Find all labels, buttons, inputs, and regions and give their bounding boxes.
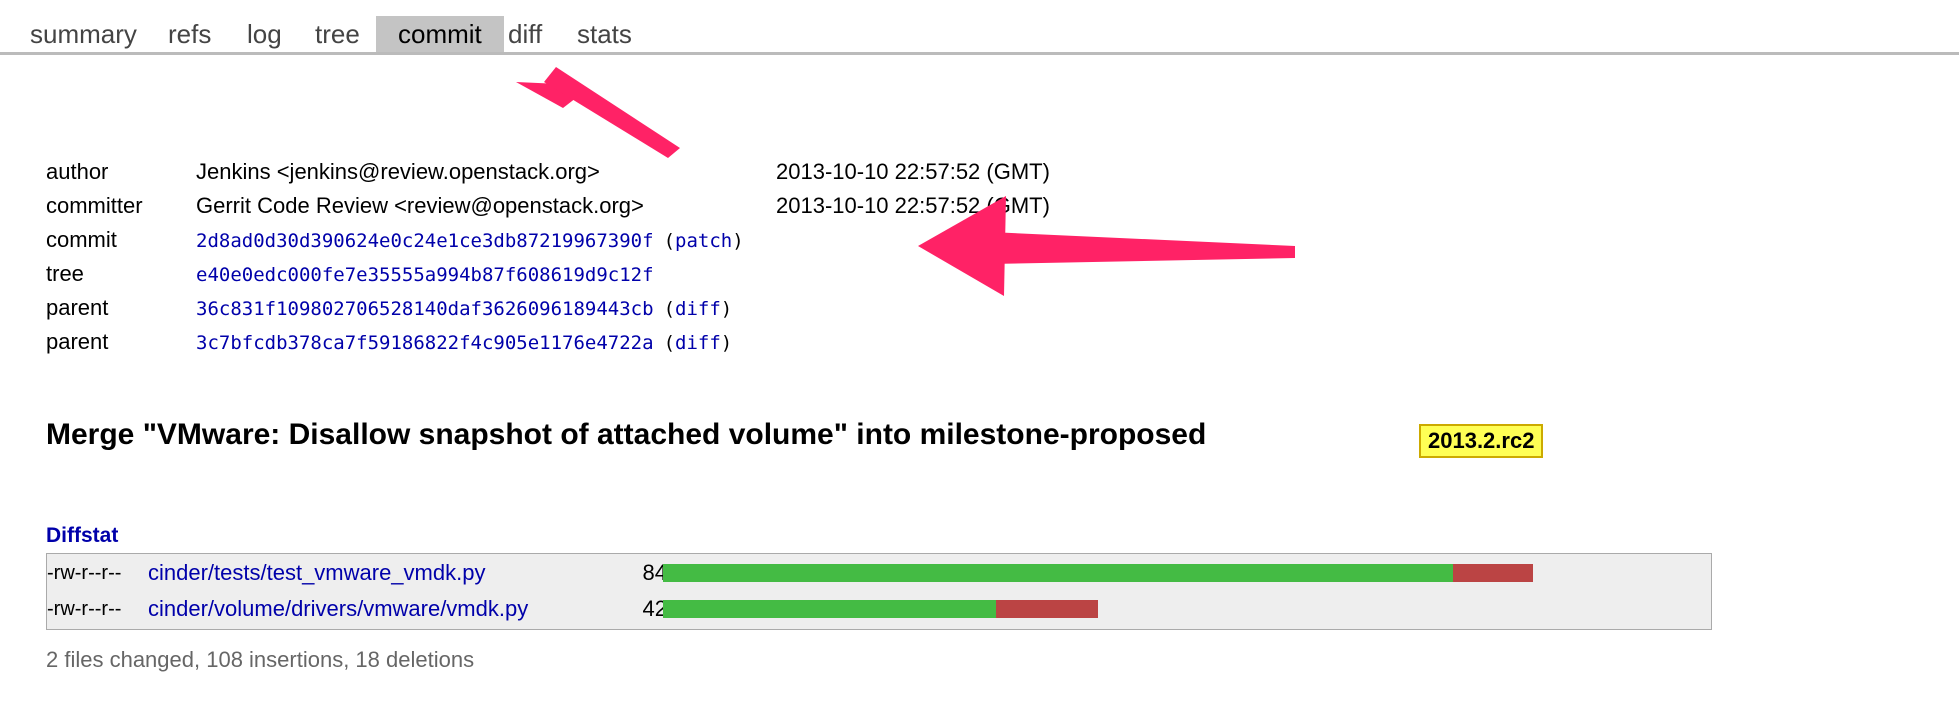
arrow-to-commit-tab: [516, 67, 680, 158]
parent-diff-link-1[interactable]: diff: [675, 298, 721, 320]
commit-label: commit: [46, 227, 117, 252]
tab-commit[interactable]: commit: [376, 16, 504, 52]
file-mode: -rw-r--r--: [47, 598, 122, 620]
parent-sha-link-2[interactable]: 3c7bfcdb378ca7f59186822f4c905e1176e4722a: [196, 332, 654, 354]
diffstat-row: -rw-r--r-- cinder/tests/test_vmware_vmdk…: [47, 556, 1711, 590]
tree-sha-link[interactable]: e40e0edc000fe7e35555a994b87f608619d9c12f: [196, 264, 654, 286]
change-count: 84: [642, 560, 667, 585]
committer-value: Gerrit Code Review <review@openstack.org…: [196, 193, 644, 218]
change-bar: [663, 600, 1563, 618]
diffstat-row: -rw-r--r-- cinder/volume/drivers/vmware/…: [47, 592, 1711, 626]
diffstat-table: -rw-r--r-- cinder/tests/test_vmware_vmdk…: [46, 553, 1712, 630]
file-mode: -rw-r--r--: [47, 562, 122, 584]
file-link[interactable]: cinder/tests/test_vmware_vmdk.py: [148, 556, 485, 590]
tab-stats[interactable]: stats: [577, 16, 632, 52]
committer-label: committer: [46, 193, 143, 218]
deletions-bar: [1452, 564, 1533, 582]
tab-tree[interactable]: tree: [315, 16, 360, 52]
diffstat-summary: 2 files changed, 108 insertions, 18 dele…: [46, 647, 475, 672]
change-bar: [663, 564, 1563, 582]
tab-log[interactable]: log: [247, 16, 282, 52]
parent-sha-link-1[interactable]: 36c831f109802706528140daf3626096189443cb: [196, 298, 654, 320]
file-link[interactable]: cinder/volume/drivers/vmware/vmdk.py: [148, 592, 528, 626]
commit-subject: Merge "VMware: Disallow snapshot of atta…: [46, 418, 1207, 451]
deletions-bar: [996, 600, 1098, 618]
parent-diff-group-1: (diff): [663, 298, 733, 320]
parent-label-1: parent: [46, 295, 109, 320]
insertions-bar: [663, 564, 1453, 582]
parent-diff-group-2: (diff): [663, 332, 733, 354]
commit-sha-link[interactable]: 2d8ad0d30d390624e0c24e1ce3db87219967390f: [196, 230, 654, 252]
tree-label: tree: [46, 261, 84, 286]
change-count: 42: [642, 596, 667, 621]
parent-diff-link-2[interactable]: diff: [675, 332, 721, 354]
author-date: 2013-10-10 22:57:52 (GMT): [776, 159, 1050, 184]
parent-value-2: 3c7bfcdb378ca7f59186822f4c905e1176e4722a…: [196, 325, 732, 360]
patch-link[interactable]: patch: [675, 230, 732, 252]
tab-summary[interactable]: summary: [30, 16, 137, 52]
diffstat-link[interactable]: Diffstat: [46, 524, 118, 548]
tab-refs[interactable]: refs: [168, 16, 211, 52]
parent-value-1: 36c831f109802706528140daf3626096189443cb…: [196, 291, 732, 326]
parent-label-2: parent: [46, 329, 109, 354]
committer-date: 2013-10-10 22:57:52 (GMT): [776, 193, 1050, 218]
tab-bar: summary refs log tree commit diff stats: [0, 0, 1959, 55]
author-value: Jenkins <jenkins@review.openstack.org>: [196, 159, 600, 184]
author-label: author: [46, 159, 109, 184]
tree-value: e40e0edc000fe7e35555a994b87f608619d9c12f: [196, 257, 654, 292]
insertions-bar: [663, 600, 997, 618]
release-tag-badge[interactable]: 2013.2.rc2: [1419, 424, 1544, 458]
tab-diff[interactable]: diff: [508, 16, 542, 52]
commit-patch-group: (patch): [663, 230, 744, 252]
commit-value: 2d8ad0d30d390624e0c24e1ce3db87219967390f…: [196, 223, 744, 258]
